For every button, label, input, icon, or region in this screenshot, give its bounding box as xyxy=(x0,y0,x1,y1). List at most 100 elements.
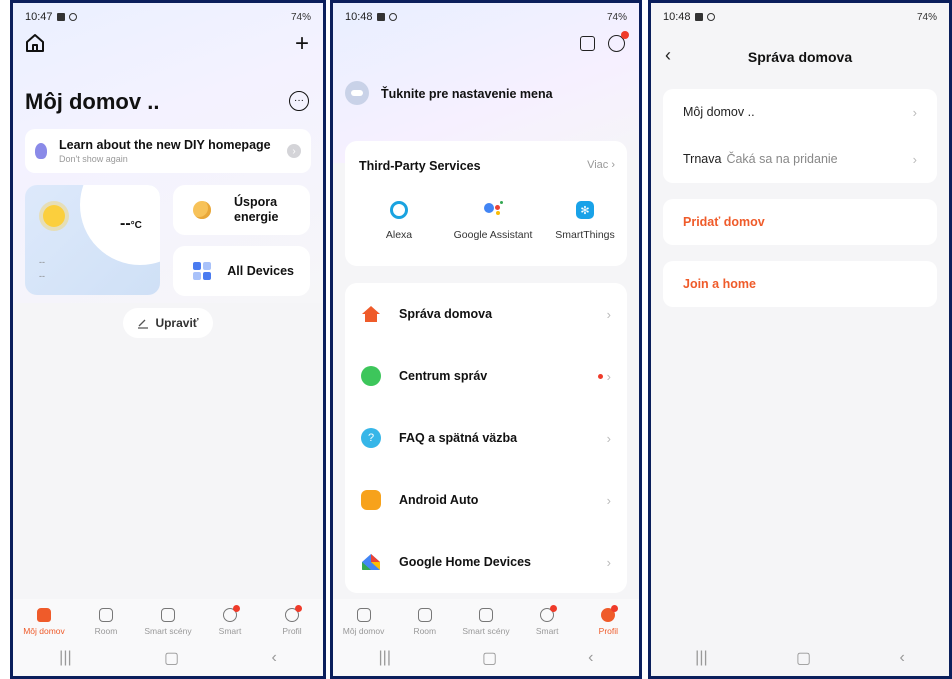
more-label: Viac xyxy=(587,159,609,171)
back-nav-icon[interactable]: ‹ xyxy=(271,649,276,667)
phone-home-management-screen: 10:48 74% ‹ Správa domova Môj domov .. › … xyxy=(648,0,952,679)
tab-label: Smart xyxy=(218,626,242,636)
pencil-icon xyxy=(138,319,149,329)
home-nav-icon[interactable]: ▢ xyxy=(164,648,179,668)
service-label: SmartThings xyxy=(555,229,615,241)
back-nav-icon[interactable]: ‹ xyxy=(588,649,593,667)
scan-icon[interactable] xyxy=(580,36,595,51)
help-icon: ? xyxy=(361,428,381,448)
temperature: --°C xyxy=(120,215,142,233)
tab-home[interactable]: Môj domov xyxy=(16,599,72,645)
banner-title: Learn about the new DIY homepage xyxy=(59,138,271,152)
house-icon xyxy=(362,306,380,322)
battery-text: 74% xyxy=(916,11,937,23)
gallery-icon xyxy=(56,13,65,21)
weather-line-1: -- xyxy=(39,257,45,267)
chevron-right-icon: › xyxy=(606,430,611,446)
chevron-right-icon: › xyxy=(606,492,611,508)
tab-room[interactable]: Room xyxy=(397,599,453,645)
add-home-label: Pridať domov xyxy=(683,215,765,229)
gallery-icon xyxy=(694,13,703,21)
tab-label: Smart xyxy=(535,626,559,636)
add-icon[interactable]: + xyxy=(295,30,309,58)
status-time: 10:47 xyxy=(25,11,53,23)
recents-icon[interactable]: ||| xyxy=(59,649,71,667)
tab-room[interactable]: Room xyxy=(78,599,134,645)
menu-faq[interactable]: ? FAQ a spätná väzba › xyxy=(345,407,627,469)
phone-home-screen: 10:47 74% + Môj domov .. ··· Learn about… xyxy=(10,0,326,679)
tab-scenes[interactable]: Smart scény xyxy=(458,599,514,645)
chevron-right-icon: › xyxy=(912,151,917,167)
third-party-more[interactable]: Viac › xyxy=(587,159,615,171)
chevron-right-icon: › xyxy=(912,104,917,120)
more-icon[interactable]: ··· xyxy=(289,91,309,111)
all-devices-tile[interactable]: All Devices xyxy=(173,246,310,296)
home-status: Čaká sa na pridanie xyxy=(726,152,838,166)
service-smartthings[interactable]: ✻ SmartThings xyxy=(545,201,625,241)
add-home-button[interactable]: Pridať domov xyxy=(663,199,937,245)
tab-label: Môj domov xyxy=(23,626,65,636)
edit-button[interactable]: Upraviť xyxy=(123,308,213,338)
temp-unit: °C xyxy=(130,220,142,231)
tab-smart[interactable]: Smart xyxy=(519,599,575,645)
tab-profile[interactable]: Profil xyxy=(264,599,320,645)
weather-card[interactable]: --°C -- -- xyxy=(25,185,160,295)
google-assistant-icon xyxy=(484,201,503,219)
home-nav-icon[interactable]: ▢ xyxy=(482,648,497,668)
recents-icon[interactable]: ||| xyxy=(695,649,707,667)
menu-card: Správa domova › Centrum správ › ? FAQ a sp… xyxy=(345,283,627,593)
menu-android-auto[interactable]: Android Auto › xyxy=(345,469,627,531)
menu-label: Android Auto xyxy=(399,493,479,507)
chevron-right-icon: › xyxy=(606,306,611,322)
menu-label: Správa domova xyxy=(399,307,493,321)
service-alexa[interactable]: Alexa xyxy=(359,201,439,241)
system-nav-bar: ||| ▢ ‹ xyxy=(333,640,639,676)
home-nav-icon[interactable]: ▢ xyxy=(796,648,811,668)
tile-label: All Devices xyxy=(227,263,294,278)
service-google-assistant[interactable]: Google Assistant xyxy=(453,201,533,241)
third-party-title: Third-Party Services xyxy=(359,159,481,173)
bulb-icon xyxy=(35,143,47,159)
settings-icon[interactable] xyxy=(608,31,629,52)
status-bar: 10:48 74% xyxy=(651,3,949,31)
tab-home[interactable]: Môj domov xyxy=(336,599,392,645)
home-title[interactable]: Môj domov .. xyxy=(25,89,159,115)
join-home-button[interactable]: Join a home xyxy=(663,261,937,307)
tab-bar: Môj domov Room Smart scény Smart Profil xyxy=(13,599,323,645)
home-item[interactable]: Trnava Čaká sa na pridanie › xyxy=(663,136,937,182)
tab-profile[interactable]: Profil xyxy=(580,599,636,645)
home-name: Môj domov .. xyxy=(683,105,755,119)
user-name-prompt[interactable]: Ťuknite pre nastavenie mena xyxy=(381,87,553,101)
home-item[interactable]: Môj domov .. › xyxy=(663,89,937,135)
menu-home-management[interactable]: Správa domova › xyxy=(345,283,627,345)
chevron-right-icon: › xyxy=(606,368,611,384)
join-home-label: Join a home xyxy=(683,277,756,291)
message-icon xyxy=(361,366,381,386)
whatsapp-icon xyxy=(68,13,77,21)
service-label: Alexa xyxy=(385,229,413,241)
google-home-icon xyxy=(362,554,380,570)
tab-smart[interactable]: Smart xyxy=(202,599,258,645)
tab-scenes[interactable]: Smart scény xyxy=(140,599,196,645)
recents-icon[interactable]: ||| xyxy=(379,649,391,667)
home-icon[interactable] xyxy=(25,33,45,53)
banner-dismiss[interactable]: Don't show again xyxy=(59,154,271,164)
tile-label: Úspora energie xyxy=(234,195,279,224)
profile-icon xyxy=(601,605,619,622)
energy-saving-tile[interactable]: Úspora energie xyxy=(173,185,310,235)
energy-icon xyxy=(193,201,211,219)
devices-icon xyxy=(193,262,211,280)
battery-text: 74% xyxy=(606,11,627,23)
system-nav-bar: ||| ▢ ‹ xyxy=(651,640,949,676)
diy-banner[interactable]: Learn about the new DIY homepage Don't s… xyxy=(25,129,311,173)
menu-google-home[interactable]: Google Home Devices › xyxy=(345,531,627,593)
homes-list: Môj domov .. › Trnava Čaká sa na pridanie › xyxy=(663,89,937,183)
back-nav-icon[interactable]: ‹ xyxy=(899,649,904,667)
avatar[interactable] xyxy=(345,81,369,105)
scenes-icon xyxy=(478,608,493,622)
temp-value: -- xyxy=(120,215,131,232)
gallery-icon xyxy=(376,13,385,21)
menu-message-center[interactable]: Centrum správ › xyxy=(345,345,627,407)
tab-label: Smart scény xyxy=(462,626,510,636)
page-title: Správa domova xyxy=(747,49,853,65)
